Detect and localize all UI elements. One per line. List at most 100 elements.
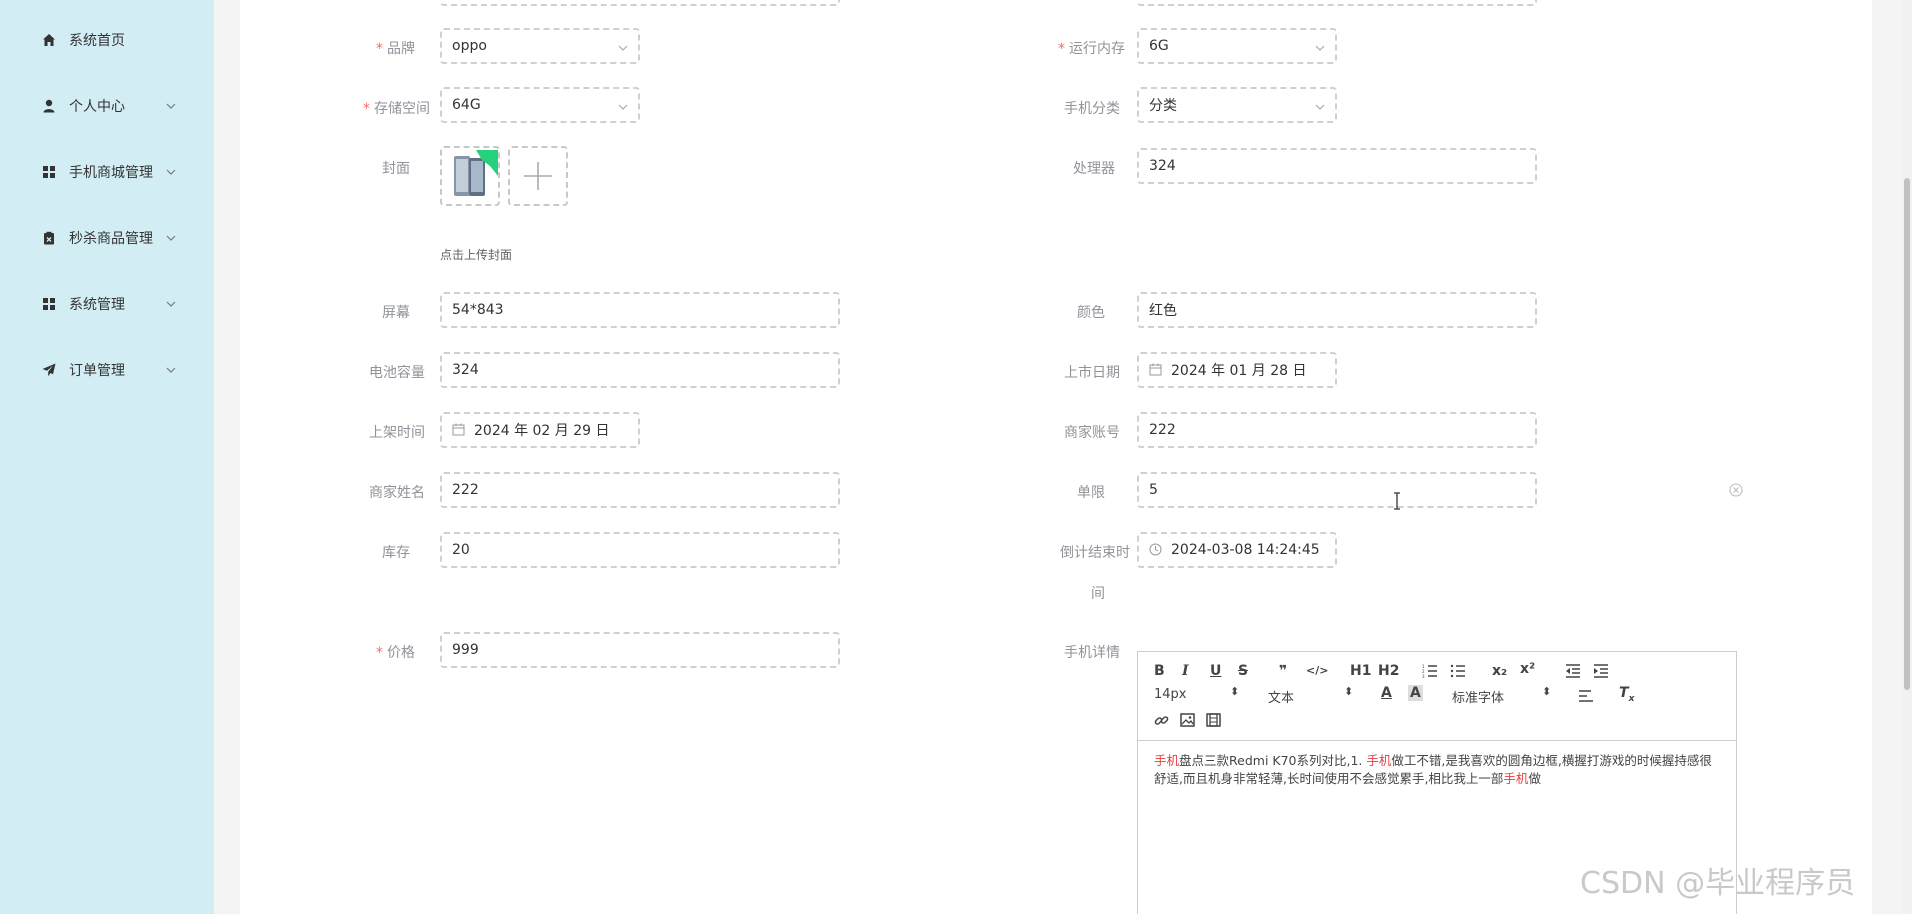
chevron-down-icon [618,104,628,110]
cover-thumbnail[interactable] [440,146,500,206]
editor-content[interactable]: 手机盘点三款Redmi K70系列对比,1. 手机做工不错,是我喜欢的圆角边框,… [1154,752,1724,788]
cover-upload-button[interactable] [508,146,568,206]
merchant-name-input[interactable]: 222 [440,472,840,508]
updown-arrows-icon: ⬍ [1230,685,1240,698]
sidebar-item-home[interactable]: 系统首页 [0,20,214,60]
chevron-down-icon [166,103,176,109]
sidebar-item-system[interactable]: 系统管理 [0,284,214,324]
phone-image-icon [454,150,498,196]
outdent-icon[interactable] [1565,664,1581,678]
blockquote-button[interactable]: ❞ [1279,663,1287,679]
details-label: 手机详情 [1064,645,1120,661]
sidebar-item-orders[interactable]: 订单管理 [0,350,214,390]
scrollbar-thumb[interactable] [1904,178,1910,690]
sidebar: 系统首页 个人中心 手机商城管理 秒杀商品管理 系统管理 订单管理 [0,0,214,914]
screen-label: 屏幕 [382,305,410,321]
chevron-down-icon [166,367,176,373]
header-2-button[interactable]: H2 [1378,663,1399,679]
sidebar-item-flash-sale[interactable]: 秒杀商品管理 [0,218,214,258]
processor-input[interactable]: 324 [1137,148,1537,184]
header-select[interactable]: 文本 [1268,687,1294,706]
cover-label: 封面 [382,161,410,177]
font-family-select[interactable]: 标准字体 [1452,687,1504,706]
price-label: * 价格 [376,645,415,661]
countdown-end-picker[interactable]: 2024-03-08 14:24:45 [1137,532,1337,568]
font-color-icon[interactable]: A [1381,685,1392,701]
home-icon [41,32,57,48]
countdown-label-wrap: 间 [1091,586,1105,602]
clock-icon [1149,543,1163,557]
italic-button[interactable]: I [1182,663,1189,679]
code-block-button[interactable]: </> [1306,664,1328,677]
svg-text:3: 3 [1422,674,1425,678]
partial-field-top-left[interactable] [440,0,840,6]
chevron-down-icon [618,45,628,51]
plus-icon [524,162,552,190]
sidebar-item-label: 个人中心 [69,99,125,115]
strike-button[interactable]: S [1238,663,1248,679]
release-date-label: 上市日期 [1064,365,1120,381]
brand-value: oppo [452,38,487,54]
battery-input[interactable]: 324 [440,352,840,388]
shelf-time-label: 上架时间 [369,425,425,441]
merchant-account-input[interactable]: 222 [1137,412,1537,448]
background-color-icon[interactable]: A [1408,685,1423,701]
cover-hint: 点击上传封面 [440,248,513,262]
partial-field-top-right[interactable] [1137,0,1537,6]
calendar-icon [1149,363,1163,377]
circle-close-icon[interactable] [1729,483,1743,497]
superscript-button[interactable]: x² [1520,661,1535,677]
watermark: CSDN @毕业程序员 [1580,866,1856,901]
stock-input[interactable]: 20 [440,532,840,568]
indent-icon[interactable] [1593,664,1609,678]
limit-input[interactable]: 5 [1137,472,1537,508]
clear-format-icon[interactable]: Tx [1619,685,1634,704]
grid-icon [41,296,57,312]
sidebar-item-label: 系统首页 [69,33,125,49]
ordered-list-icon[interactable]: 123 [1422,664,1438,678]
sidebar-item-personal[interactable]: 个人中心 [0,86,214,126]
brand-select[interactable]: oppo [440,28,640,64]
highlighted-keyword: 手机 [1503,771,1529,786]
shelf-time-picker[interactable]: 2024 年 02 月 29 日 [440,412,640,448]
chevron-down-icon [166,169,176,175]
link-icon[interactable] [1154,713,1169,728]
screen-input[interactable]: 54*843 [440,292,840,328]
font-size-select[interactable]: 14px [1154,687,1187,702]
storage-select[interactable]: 64G [440,87,640,123]
category-value: 分类 [1149,98,1177,114]
sidebar-item-label: 系统管理 [69,297,125,313]
merchant-name-label: 商家姓名 [369,485,425,501]
bold-button[interactable]: B [1154,663,1165,679]
sidebar-item-label: 手机商城管理 [69,165,153,181]
price-input[interactable]: 999 [440,632,840,668]
battery-label: 电池容量 [369,365,425,381]
image-icon[interactable] [1180,713,1195,727]
text-cursor-icon [1394,492,1400,510]
ram-value: 6G [1149,38,1169,54]
release-date-picker[interactable]: 2024 年 01 月 28 日 [1137,352,1337,388]
category-select[interactable]: 分类 [1137,87,1337,123]
align-left-icon[interactable] [1578,689,1594,703]
chevron-down-icon [166,235,176,241]
underline-button[interactable]: U [1210,663,1221,679]
sidebar-item-label: 订单管理 [69,363,125,379]
user-icon [41,98,57,114]
bullet-list-icon[interactable] [1450,664,1466,678]
header-1-button[interactable]: H1 [1350,663,1371,679]
highlighted-keyword: 手机 [1154,753,1180,768]
ram-select[interactable]: 6G [1137,28,1337,64]
brand-label: * 品牌 [376,41,415,57]
processor-label: 处理器 [1073,161,1115,177]
updown-arrows-icon: ⬍ [1542,685,1552,698]
chevron-down-icon [166,301,176,307]
sidebar-item-mall[interactable]: 手机商城管理 [0,152,214,192]
category-label: 手机分类 [1064,101,1120,117]
ram-label: * 运行内存 [1058,41,1125,57]
sidebar-item-label: 秒杀商品管理 [69,231,153,247]
subscript-button[interactable]: x₂ [1492,663,1507,679]
video-icon[interactable] [1206,713,1221,727]
send-icon [41,362,57,378]
color-input[interactable]: 红色 [1137,292,1537,328]
highlighted-keyword: 手机 [1366,753,1392,768]
